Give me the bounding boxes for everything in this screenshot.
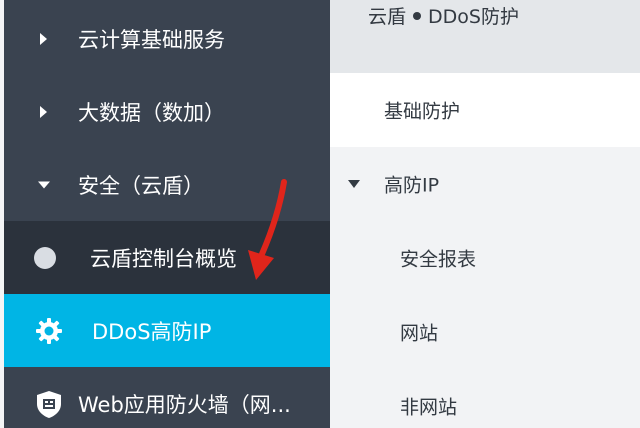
breadcrumb: 云盾 DDoS防护 xyxy=(368,2,519,29)
subnav-item-label: 高防IP xyxy=(384,174,440,197)
subnav-item-label: 网站 xyxy=(400,322,439,345)
subnav-item-basic-protection[interactable]: 基础防护 xyxy=(330,73,640,147)
breadcrumb-current: DDoS防护 xyxy=(428,6,519,28)
caret-down-icon xyxy=(38,181,50,188)
breadcrumb-parent[interactable]: 云盾 xyxy=(368,6,406,28)
sidebar-item-label: 大数据（数加） xyxy=(78,100,225,125)
sidebar-item-big-data[interactable]: 大数据（数加） xyxy=(4,75,330,148)
breadcrumb-separator-icon xyxy=(413,11,422,20)
sub-navigation: 基础防护 高防IP 安全报表 网站 非网站 xyxy=(330,73,640,428)
sidebar-item-cloud-computing[interactable]: 云计算基础服务 xyxy=(4,2,330,75)
sidebar-item-label: DDoS高防IP xyxy=(92,319,212,344)
shield-icon xyxy=(34,389,64,419)
sidebar-item-label: 安全（云盾） xyxy=(78,173,204,198)
circle-icon xyxy=(34,246,56,269)
subnav-item-non-website[interactable]: 非网站 xyxy=(330,369,640,428)
subnav-item-website[interactable]: 网站 xyxy=(330,295,640,369)
subnav-item-label: 基础防护 xyxy=(384,100,461,123)
gear-icon xyxy=(34,316,64,346)
caret-right-icon xyxy=(40,105,47,118)
sidebar-item-label: 云计算基础服务 xyxy=(78,27,225,52)
sidebar-item-label: 云盾控制台概览 xyxy=(90,246,237,271)
subnav-item-label: 非网站 xyxy=(400,396,458,419)
header-bar: 云盾 DDoS防护 xyxy=(330,0,640,73)
sidebar-item-label: Web应用防火墙（网... xyxy=(78,392,291,417)
caret-down-icon xyxy=(348,180,360,188)
subnav-item-high-defense-ip[interactable]: 高防IP xyxy=(330,147,640,221)
sidebar-item-web-firewall[interactable]: Web应用防火墙（网... xyxy=(4,367,330,428)
caret-right-icon xyxy=(40,32,47,45)
sidebar-item-ddos-high-defense-ip[interactable]: DDoS高防IP xyxy=(4,294,330,367)
subnav-item-label: 安全报表 xyxy=(400,248,477,271)
subnav-item-security-report[interactable]: 安全报表 xyxy=(330,221,640,295)
red-arrow-annotation xyxy=(248,179,287,280)
